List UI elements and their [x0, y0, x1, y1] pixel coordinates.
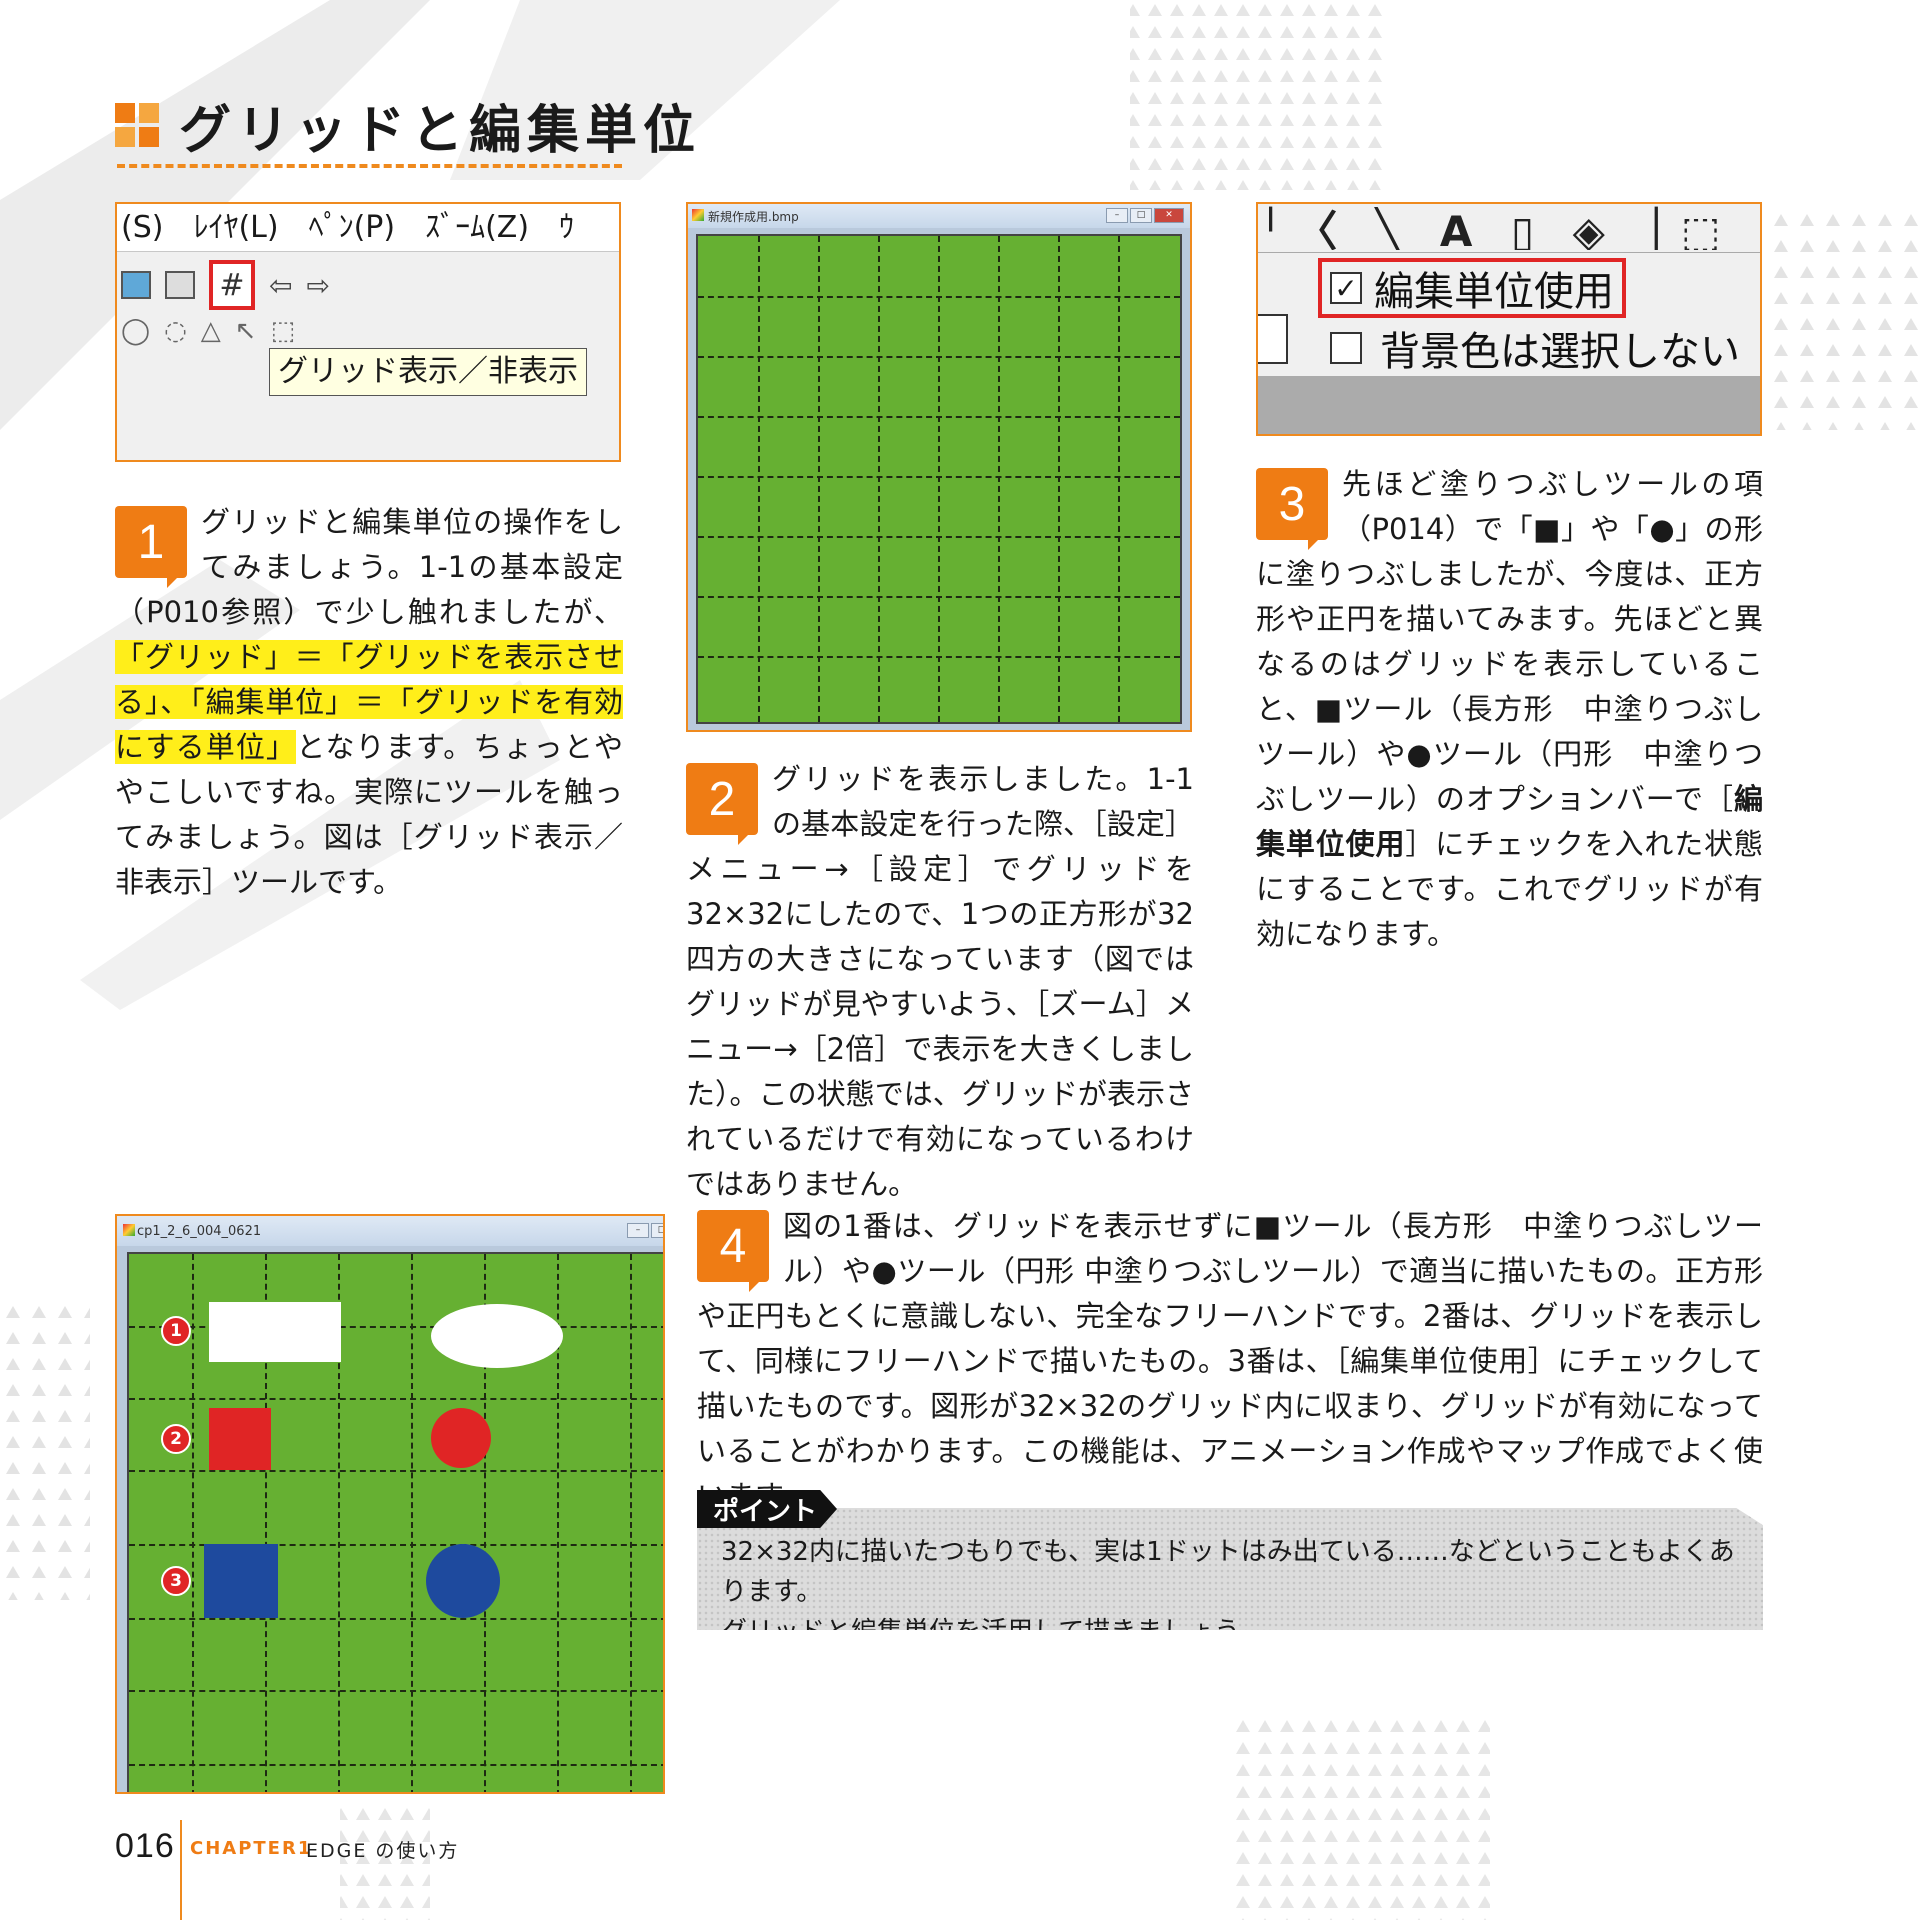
blue-circle: [426, 1544, 500, 1618]
shape-tools-row: ◯ ◌ △ ↖ ⬚: [121, 316, 295, 346]
step1-number-badge: 1: [115, 506, 187, 588]
step4-paragraph: 4 図の1番は、グリッドを表示せずに■ツール（長方形 中塗りつぶしツール）や●ツ…: [697, 1204, 1763, 1519]
toolbar-row: # ⇦ ⇨: [121, 260, 330, 310]
copy-layer-icon[interactable]: [165, 271, 195, 299]
step3-number-badge: 3: [1256, 468, 1328, 550]
edit-unit-label: 編集単位使用: [1374, 269, 1614, 315]
tooltip: グリッド表示／非表示: [269, 348, 587, 396]
window-title: 新規作成用.bmp: [708, 209, 799, 224]
option-divider: [1258, 252, 1760, 253]
marker-2: 2: [161, 1424, 191, 1454]
footer-divider: [180, 1820, 182, 1920]
tool-icons-row: ╵〈 ╲ A ▯ ◈ │⬚: [1258, 207, 1733, 250]
cursor-icon: ↖: [234, 316, 257, 346]
window-titlebar: 新規作成用.bmp – □ ✕: [688, 204, 1190, 228]
maximize-button[interactable]: □: [1130, 208, 1152, 223]
window-titlebar: cp1_2_6_004_0621 –□: [117, 1216, 663, 1246]
point-box: 32×32内に描いたつもりでも、実は1ドットはみ出ている……などということもよく…: [697, 1508, 1763, 1630]
freehand-ellipse: [431, 1304, 563, 1368]
monitor-icon[interactable]: [121, 271, 151, 299]
shapes-canvas[interactable]: 1 2 3: [127, 1252, 663, 1792]
select-tool-icon[interactable]: ⬚: [271, 316, 296, 346]
grid-canvas[interactable]: [696, 234, 1182, 724]
dropdown-edge[interactable]: [1258, 314, 1288, 364]
footer: 016: [115, 1827, 175, 1866]
step3-text-pre: 先ほど塗りつぶしツールの項（P014）で「■」や「●」の形に塗りつぶしましたが、…: [1256, 467, 1763, 816]
step3-paragraph: 3 先ほど塗りつぶしツールの項（P014）で「■」や「●」の形に塗りつぶしました…: [1256, 462, 1763, 957]
freehand-rectangle: [209, 1302, 341, 1362]
title-squares-icon: [115, 103, 159, 147]
bg-color-option[interactable]: 背景色は選択しない: [1330, 320, 1740, 376]
red-circle: [431, 1408, 491, 1468]
page-number: 016: [115, 1827, 175, 1865]
lasso-tool-icon[interactable]: ◌: [164, 316, 187, 346]
app-icon: [123, 1224, 135, 1236]
step2-number-badge: 2: [686, 763, 758, 845]
minimize-button[interactable]: –: [1106, 208, 1128, 223]
checkbox-unchecked[interactable]: [1330, 332, 1362, 364]
app-icon: [692, 209, 704, 221]
grid-toggle-icon[interactable]: #: [209, 260, 255, 310]
checkbox-checked[interactable]: ✓: [1330, 272, 1362, 305]
menu-bar: (S) ﾚｲﾔ(L) ﾍﾟﾝ(P) ｽﾞｰﾑ(Z) ｳ: [117, 204, 619, 252]
page-title: グリッドと編集単位: [115, 95, 701, 161]
screenshot-option-bar: ╵〈 ╲ A ▯ ◈ │⬚ ✓ 編集単位使用 背景色は選択しない: [1256, 202, 1762, 436]
chapter-label: CHAPTER1: [190, 1838, 313, 1859]
minimize-button[interactable]: –: [627, 1223, 649, 1238]
blue-square: [204, 1544, 278, 1618]
step1-text-pre: グリッドと編集単位の操作をしてみましょう。1-1の基本設定（P010参照）で少し…: [115, 505, 623, 629]
page-title-text: グリッドと編集単位: [179, 100, 702, 161]
marker-1: 1: [161, 1316, 191, 1346]
point-line-1: 32×32内に描いたつもりでも、実は1ドットはみ出ている……などということもよく…: [721, 1537, 1735, 1607]
ellipse-tool-icon[interactable]: ◯: [121, 316, 150, 346]
title-underline: [117, 164, 622, 168]
marker-3: 3: [161, 1566, 191, 1596]
window-title: cp1_2_6_004_0621: [137, 1223, 262, 1239]
screenshot-grid-toggle: (S) ﾚｲﾔ(L) ﾍﾟﾝ(P) ｽﾞｰﾑ(Z) ｳ # ⇦ ⇨ ◯ ◌ △ …: [115, 202, 621, 462]
screenshot-shapes-comparison: cp1_2_6_004_0621 –□ 1 2 3: [115, 1214, 665, 1794]
step4-number-badge: 4: [697, 1210, 769, 1292]
step4-text: 図の1番は、グリッドを表示せずに■ツール（長方形 中塗りつぶしツール）や●ツール…: [697, 1209, 1763, 1513]
screenshot-grid-window: 新規作成用.bmp – □ ✕: [686, 202, 1192, 732]
step2-paragraph: 2 グリッドを表示しました。1-1の基本設定を行った際、［設定］メニュー→［設定…: [686, 757, 1194, 1207]
maximize-button[interactable]: □: [651, 1223, 663, 1238]
step2-text: グリッドを表示しました。1-1の基本設定を行った際、［設定］メニュー→［設定］で…: [686, 762, 1194, 1201]
edit-unit-option[interactable]: ✓ 編集単位使用: [1318, 258, 1626, 318]
point-label: ポイント: [697, 1490, 837, 1528]
undo-arrow-icon[interactable]: ⇦: [269, 269, 292, 302]
status-area: [1258, 376, 1760, 434]
chapter-subtitle: EDGE の使い方: [306, 1840, 460, 1862]
red-square: [209, 1408, 271, 1470]
bg-color-label: 背景色は選択しない: [1380, 329, 1740, 375]
redo-arrow-icon[interactable]: ⇨: [306, 269, 329, 302]
step1-paragraph: 1 グリッドと編集単位の操作をしてみましょう。1-1の基本設定（P010参照）で…: [115, 500, 623, 905]
polygon-tool-icon[interactable]: △: [201, 316, 221, 346]
close-button[interactable]: ✕: [1154, 208, 1184, 223]
